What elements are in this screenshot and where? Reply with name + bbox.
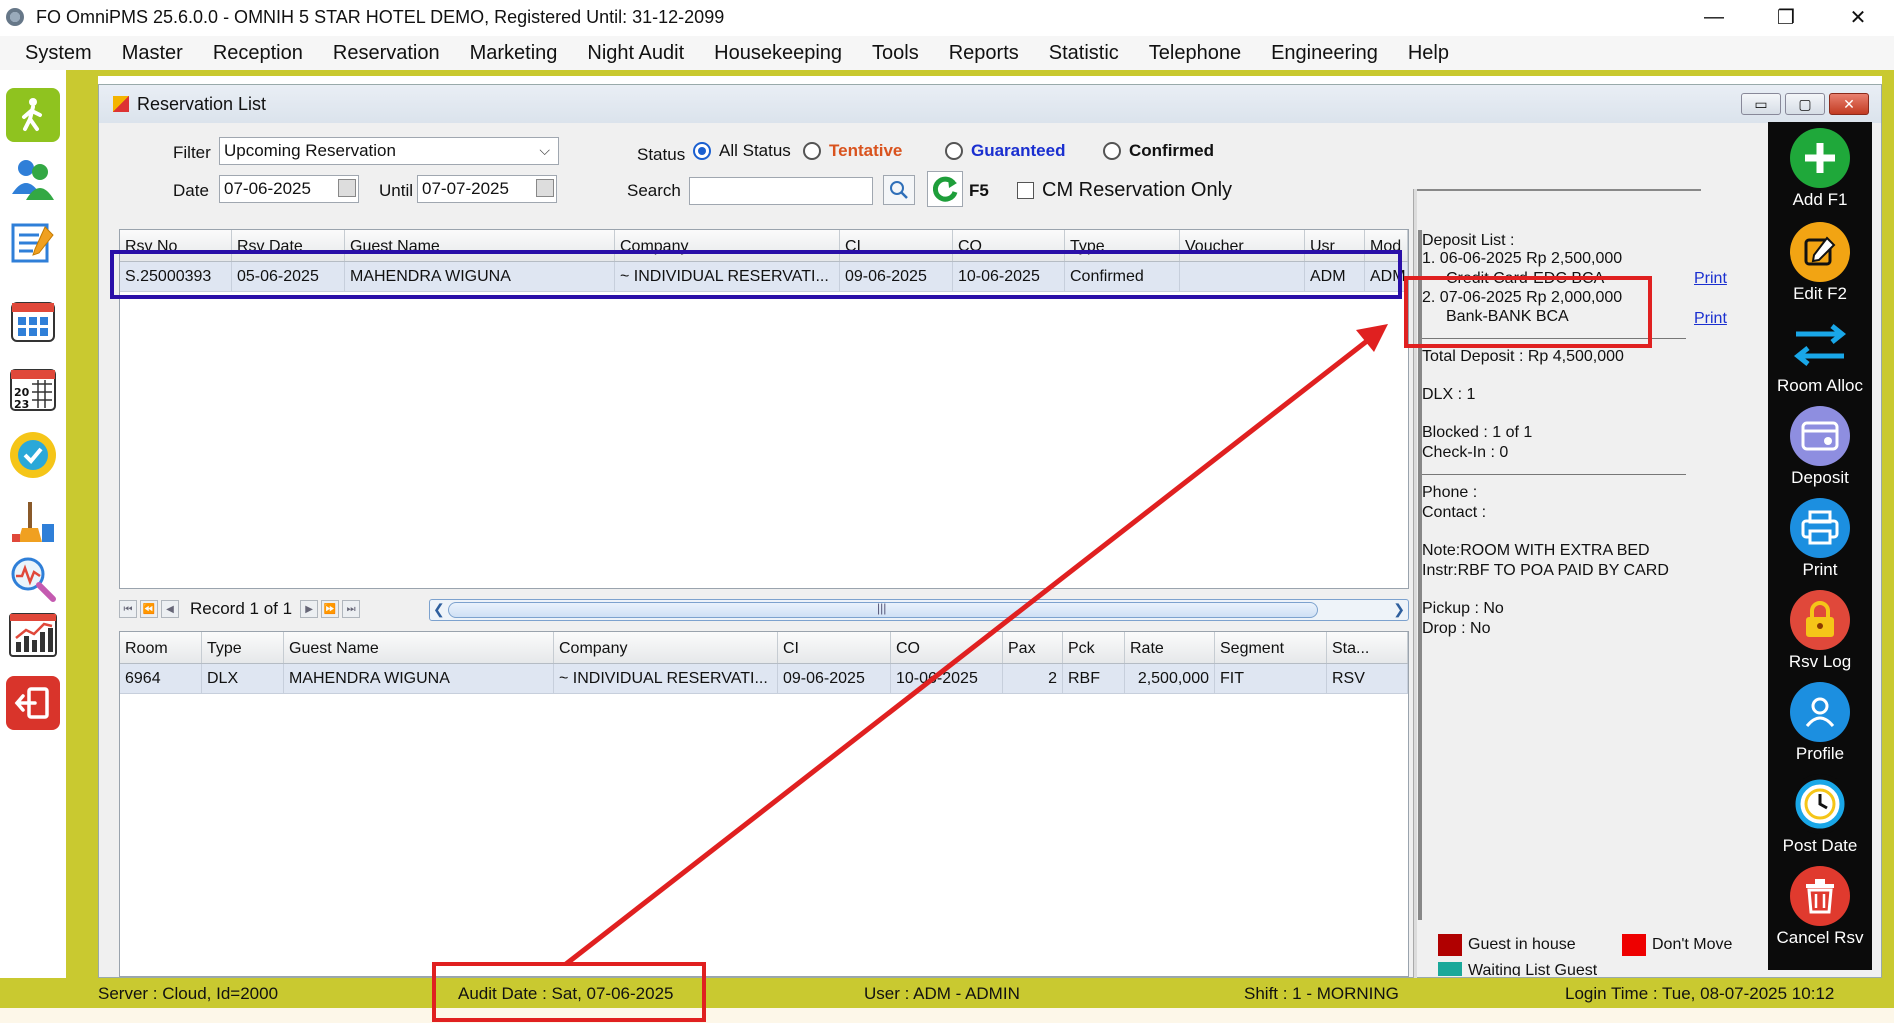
annotation-arrow	[564, 324, 1388, 966]
